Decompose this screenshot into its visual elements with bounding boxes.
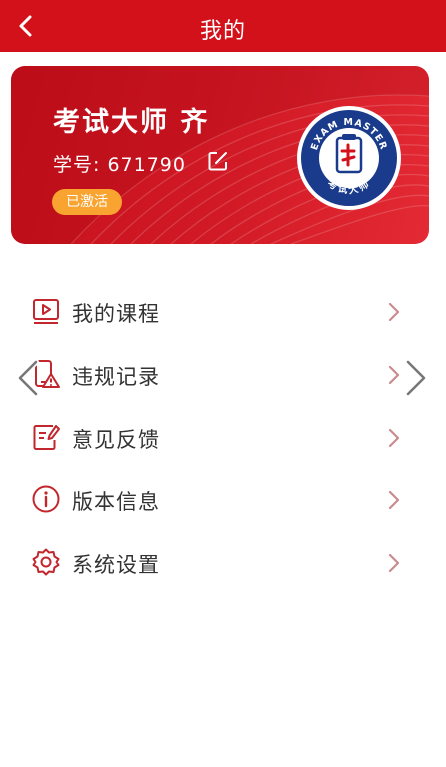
- menu-item-feedback[interactable]: 意见反馈: [0, 407, 446, 469]
- exam-master-logo: EXAM MASTER 考试大师: [297, 106, 401, 210]
- header-bar: 我的: [0, 0, 446, 52]
- page-title: 我的: [199, 19, 246, 44]
- edit-icon[interactable]: [207, 150, 229, 172]
- menu-item-label: 系统设置: [72, 553, 160, 577]
- student-id: 学号: 671790: [53, 150, 186, 177]
- video-course-icon: [33, 299, 59, 324]
- next-arrow-icon[interactable]: [400, 358, 430, 398]
- user-name: 考试大师 齐: [53, 107, 210, 138]
- chevron-right-icon: [388, 302, 400, 322]
- previous-arrow-icon[interactable]: [14, 358, 44, 398]
- info-icon: [32, 485, 60, 513]
- chevron-right-icon: [388, 490, 400, 510]
- menu-item-my-courses[interactable]: 我的课程: [0, 281, 446, 343]
- menu-item-version-info[interactable]: 版本信息: [0, 469, 446, 531]
- feedback-edit-icon: [33, 425, 60, 450]
- chevron-right-icon: [388, 553, 400, 573]
- chevron-right-icon: [388, 428, 400, 448]
- menu-item-label: 意见反馈: [72, 428, 160, 452]
- menu-item-system-settings[interactable]: 系统设置: [0, 532, 446, 594]
- status-badge: 已激活: [52, 189, 122, 215]
- menu-item-label: 版本信息: [72, 490, 160, 514]
- gear-icon: [32, 548, 60, 576]
- menu-item-label: 违规记录: [72, 365, 160, 389]
- student-id-value: 671790: [107, 154, 186, 176]
- menu-item-violations[interactable]: 违规记录: [0, 344, 446, 406]
- menu-item-label: 我的课程: [72, 302, 160, 326]
- profile-card: 考试大师 齐 学号: 671790 已激活 EXAM MASTER 考试大师: [11, 66, 429, 244]
- student-id-label: 学号:: [53, 154, 101, 176]
